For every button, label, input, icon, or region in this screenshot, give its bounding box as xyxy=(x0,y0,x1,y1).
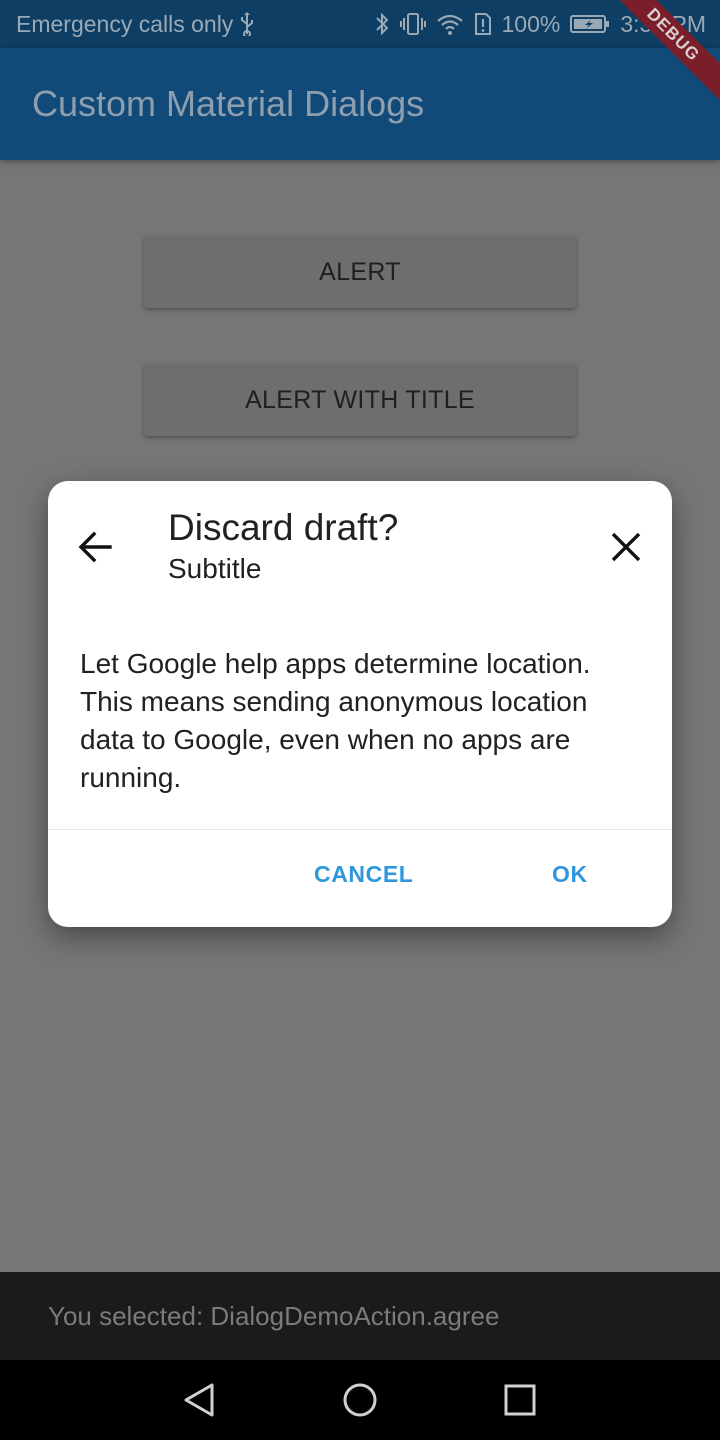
app-title: Custom Material Dialogs xyxy=(32,83,425,124)
clock: 3:37 PM xyxy=(620,10,706,37)
ok-button[interactable]: OK xyxy=(552,861,588,888)
battery-percent: 100% xyxy=(501,10,561,37)
nav-recents-icon[interactable] xyxy=(500,1380,540,1420)
snackbar: You selected: DialogDemoAction.agree xyxy=(0,1272,720,1360)
carrier-text: Emergency calls only xyxy=(16,10,234,37)
dialog: Discard draft? Subtitle Let Google help … xyxy=(48,481,672,927)
close-icon[interactable] xyxy=(606,527,646,567)
sim-alert-icon xyxy=(474,13,491,35)
status-left: Emergency calls only xyxy=(16,11,255,38)
arrow-back-icon[interactable] xyxy=(76,527,116,567)
dialog-subtitle: Subtitle xyxy=(168,553,262,584)
battery-icon xyxy=(570,15,610,33)
cancel-button[interactable]: CANCEL xyxy=(314,861,413,888)
bluetooth-icon xyxy=(375,12,388,36)
usb-icon xyxy=(241,12,254,36)
nav-back-icon[interactable] xyxy=(180,1380,220,1420)
alert-with-title-button[interactable]: ALERT WITH TITLE xyxy=(144,364,576,436)
wifi-icon xyxy=(436,14,463,35)
dialog-title: Discard draft? xyxy=(168,507,399,548)
nav-home-icon[interactable] xyxy=(340,1380,380,1420)
snackbar-text: You selected: DialogDemoAction.agree xyxy=(48,1300,500,1331)
navigation-bar xyxy=(0,1360,720,1440)
app-bar: Custom Material Dialogs xyxy=(0,48,720,160)
alert-button[interactable]: ALERT xyxy=(144,236,576,308)
dialog-divider xyxy=(48,829,672,830)
status-right: 100% 3:37 PM xyxy=(374,0,706,48)
status-bar: Emergency calls only 100% 3:37 PM xyxy=(0,0,720,48)
vibrate-icon xyxy=(399,13,426,35)
dialog-body: Let Google help apps determine location.… xyxy=(80,648,591,793)
